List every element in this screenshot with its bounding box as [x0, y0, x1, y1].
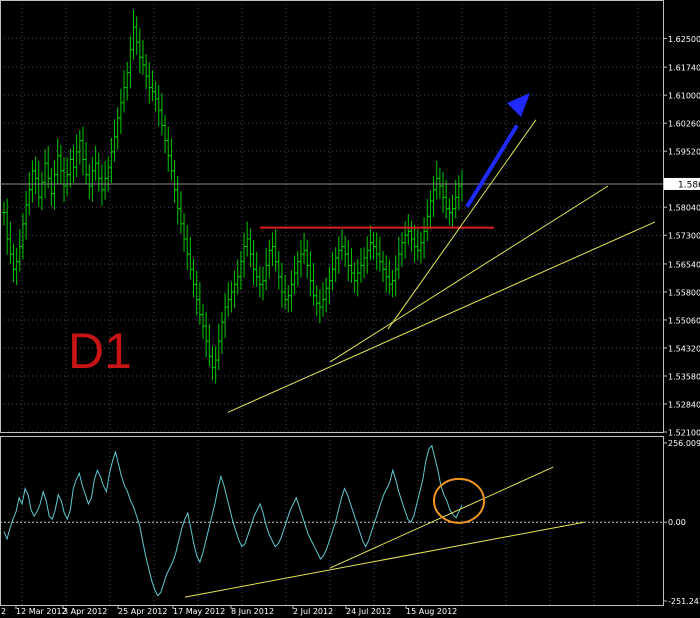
y-tick-label: 1.52100 [668, 429, 700, 438]
x-tick-label: 24 Jul 2012 [346, 607, 391, 616]
x-tick-label: 25 Apr 2012 [118, 607, 167, 616]
x-tick-label: 2 [1, 607, 6, 616]
y-tick-label: 1.61000 [668, 92, 700, 101]
up-arrow-head [507, 93, 530, 117]
chart-window: D1 1.62500 1.61740 1.61000 1.60260 1.59520 1.5… [0, 0, 700, 618]
y-tick-label: 1.56540 [668, 260, 700, 269]
oscillator-highlight-circle [433, 477, 485, 524]
y-tick-label: 1.60260 [668, 120, 700, 129]
y-tick-label: 1.61740 [668, 64, 700, 73]
y-tick-label: 1.54320 [668, 344, 700, 353]
x-tick-label: 17 May 2012 [173, 607, 225, 616]
current-price-label: 1.58654 [678, 180, 700, 190]
y-tick-label: 1.55800 [668, 288, 700, 297]
x-tick-label: 8 Jun 2012 [231, 607, 274, 616]
y-tick-label: 1.57300 [668, 232, 700, 241]
y-tick-label: 1.53580 [668, 372, 700, 381]
y-tick-label: 1.62500 [668, 35, 700, 44]
y-tick-label: 1.58040 [668, 204, 700, 213]
oscillator-y-tick-label: -251.241 [668, 597, 700, 606]
x-tick-label: 12 Mar 2012 [16, 607, 67, 616]
oscillator-y-tick-label: 256.009 [668, 439, 700, 448]
oscillator-y-tick-label: 0.00 [668, 518, 686, 527]
y-tick-label: 1.55060 [668, 316, 700, 325]
oscillator-trendline [184, 521, 585, 598]
x-tick-label: 2 Jul 2012 [293, 607, 333, 616]
oscillator-panel-frame [0, 436, 664, 606]
y-tick-label: 1.52840 [668, 400, 700, 409]
x-tick-label: 15 Aug 2012 [406, 607, 457, 616]
oscillator-line [3, 444, 463, 597]
x-tick-label: 3 Apr 2012 [63, 607, 107, 616]
up-arrow [465, 124, 519, 208]
chart-svg[interactable]: D1 1.62500 1.61740 1.61000 1.60260 1.59520 1.5… [0, 0, 700, 618]
trendline [227, 221, 656, 413]
trendline [387, 119, 537, 330]
timeframe-label: D1 [68, 323, 132, 379]
y-tick-label: 1.59520 [668, 148, 700, 157]
trendline [329, 185, 609, 363]
